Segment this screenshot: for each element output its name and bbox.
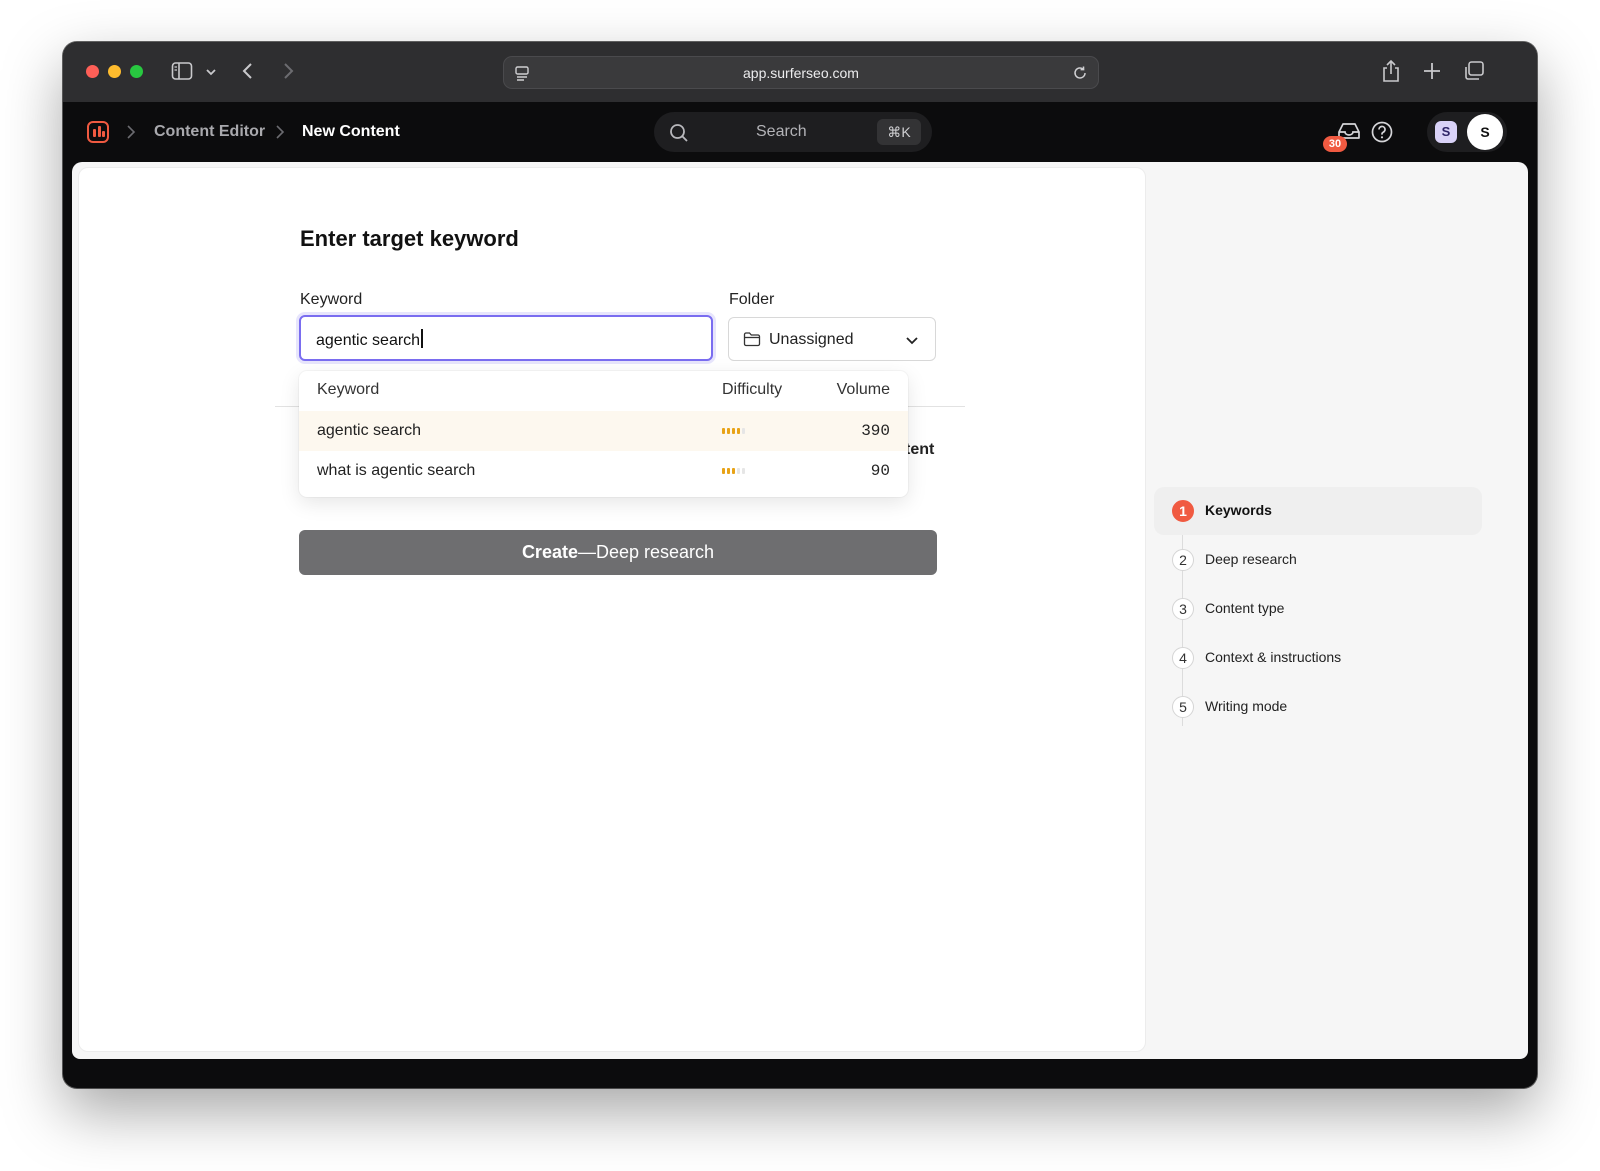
difficulty-bar [732, 468, 735, 474]
new-tab-icon[interactable] [1423, 62, 1441, 80]
minimize-window-button[interactable] [108, 65, 121, 78]
workspace-avatar[interactable]: S [1435, 121, 1457, 143]
step-keywords[interactable]: 1 Keywords [1154, 487, 1482, 535]
difficulty-bar [732, 428, 735, 434]
reload-icon[interactable] [1072, 65, 1088, 86]
chevron-down-icon [905, 333, 919, 351]
difficulty-bar [742, 428, 745, 434]
surfer-logo-icon[interactable] [87, 121, 109, 143]
keyword-suggestions-dropdown: Keyword Difficulty Volume agentic search… [299, 371, 908, 497]
url-text: app.surferseo.com [743, 65, 859, 81]
step-writing-mode[interactable]: 5 Writing mode [1154, 683, 1482, 731]
step-label: Context & instructions [1205, 649, 1342, 665]
suggestion-row[interactable]: what is agentic search 90 [299, 451, 908, 491]
step-label: Writing mode [1205, 698, 1288, 714]
partially-hidden-text: tent [905, 441, 935, 458]
keyword-input[interactable]: agentic search [299, 315, 713, 361]
breadcrumb-content-editor[interactable]: Content Editor [154, 123, 265, 141]
column-header-volume: Volume [836, 381, 890, 398]
close-window-button[interactable] [86, 65, 99, 78]
suggestion-row[interactable]: agentic search 390 [299, 411, 908, 451]
notification-count-badge: 30 [1323, 136, 1347, 152]
help-icon[interactable] [1371, 121, 1393, 148]
text-caret [421, 329, 423, 348]
step-number: 2 [1172, 549, 1194, 571]
back-arrow-icon[interactable] [241, 61, 255, 81]
difficulty-bar [737, 468, 740, 474]
step-number: 5 [1172, 696, 1194, 718]
create-button-bold-label: Create [521, 542, 578, 562]
create-button-label: —Deep research [577, 542, 715, 562]
step-label: Content type [1205, 600, 1285, 616]
step-label: Keywords [1205, 502, 1272, 518]
browser-window: app.surferseo.com Content Editor New Con… [63, 42, 1537, 1088]
difficulty-bar [727, 428, 730, 434]
folder-icon [743, 331, 761, 352]
browser-toolbar: app.surferseo.com [63, 42, 1537, 102]
step-label: Deep research [1205, 551, 1297, 567]
address-bar[interactable]: app.surferseo.com [503, 56, 1099, 89]
step-number: 3 [1172, 598, 1194, 620]
step-number: 4 [1172, 647, 1194, 669]
zoom-window-button[interactable] [130, 65, 143, 78]
chevron-right-icon [126, 124, 136, 145]
step-number: 1 [1172, 500, 1194, 522]
suggestion-volume: 90 [870, 462, 890, 480]
chevron-right-icon [275, 124, 285, 145]
step-content-type[interactable]: 3 Content type [1154, 585, 1482, 633]
breadcrumb-new-content: New Content [302, 123, 400, 140]
difficulty-bar [722, 428, 725, 434]
search-placeholder: Search [756, 123, 807, 140]
column-header-difficulty: Difficulty [722, 381, 783, 398]
user-avatar[interactable]: S [1467, 114, 1503, 150]
account-menu[interactable]: S S [1427, 112, 1507, 152]
difficulty-bar [722, 468, 725, 474]
sidebar-toggle-icon[interactable] [171, 61, 193, 81]
chevron-down-icon[interactable] [205, 67, 217, 77]
forward-arrow-icon[interactable] [281, 61, 295, 81]
step-deep-research[interactable]: 2 Deep research [1154, 536, 1482, 584]
suggestion-keyword: what is agentic search [317, 462, 476, 479]
search-icon [669, 123, 689, 148]
keyword-label: Keyword [300, 291, 363, 308]
search-input[interactable]: Search ⌘K [654, 112, 932, 152]
suggestion-volume: 390 [861, 422, 890, 440]
column-header-keyword: Keyword [317, 381, 380, 398]
suggestion-keyword: agentic search [317, 422, 422, 439]
page-title: Enter target keyword [300, 226, 519, 251]
step-context-instructions[interactable]: 4 Context & instructions [1154, 634, 1482, 682]
folder-select-value: Unassigned [769, 331, 854, 348]
difficulty-bar [742, 468, 745, 474]
tab-overview-icon[interactable] [1463, 60, 1485, 82]
create-deep-research-button[interactable]: Create—Deep research [299, 530, 937, 575]
share-icon[interactable] [1381, 59, 1401, 83]
difficulty-bar [727, 468, 730, 474]
app-header: Content Editor New Content Search ⌘K 30 … [63, 102, 1537, 162]
folder-label: Folder [729, 291, 775, 308]
search-shortcut-badge: ⌘K [877, 119, 921, 145]
main-panel: Enter target keyword Keyword Folder agen… [78, 167, 1146, 1052]
content-area: Enter target keyword Keyword Folder agen… [72, 162, 1528, 1059]
keyword-input-value: agentic search [316, 332, 421, 349]
difficulty-bar [737, 428, 740, 434]
folder-select[interactable]: Unassigned [728, 317, 936, 361]
